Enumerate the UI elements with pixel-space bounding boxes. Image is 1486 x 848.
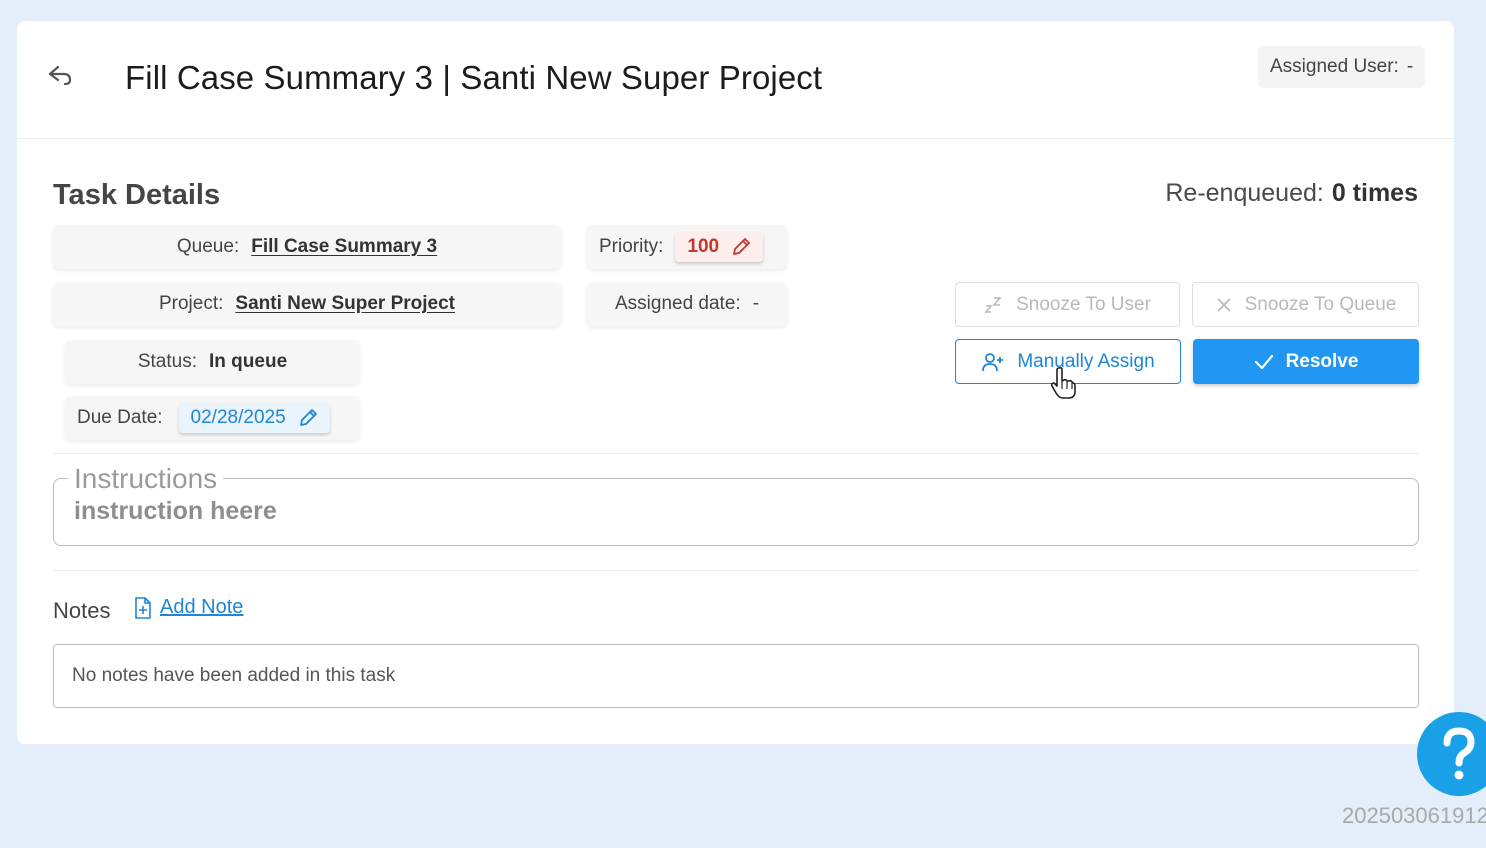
due-date-value: 02/28/2025 <box>190 407 286 428</box>
project-link[interactable]: Santi New Super Project <box>235 293 455 315</box>
question-icon <box>1443 727 1475 780</box>
snooze-to-queue-label: Snooze To Queue <box>1244 293 1397 315</box>
notes-list: No notes have been added in this task <box>53 644 1419 708</box>
priority-field: Priority: 100 <box>587 225 787 269</box>
task-details-title: Task Details <box>53 179 221 211</box>
project-label: Project: <box>158 293 224 314</box>
task-card: Fill Case Summary 3 | Santi New Super Pr… <box>17 21 1454 744</box>
priority-pill[interactable]: 100 <box>675 232 764 262</box>
pencil-icon[interactable] <box>298 408 318 428</box>
close-icon <box>1216 297 1231 312</box>
check-icon <box>1254 354 1273 369</box>
reenqueued-value: 0 times <box>1331 179 1418 207</box>
manually-assign-label: Manually Assign <box>1017 350 1155 372</box>
snooze-to-user-button[interactable]: Snooze To User <box>955 282 1180 327</box>
priority-value: 100 <box>687 236 720 257</box>
due-date-pill[interactable]: 02/28/2025 <box>178 403 330 433</box>
snooze-icon <box>984 296 1002 313</box>
hand-cursor-icon <box>1050 366 1076 399</box>
resolve-label: Resolve <box>1285 350 1359 372</box>
section-divider <box>53 570 1419 571</box>
instructions-box: Instructions instruction heere <box>53 463 1419 546</box>
due-date-label: Due Date: <box>77 407 163 428</box>
queue-label: Queue: <box>176 236 240 257</box>
queue-link[interactable]: Fill Case Summary 3 <box>251 236 437 258</box>
notes-empty-text: No notes have been added in this task <box>72 665 396 686</box>
add-note-link[interactable]: Add Note <box>134 596 243 619</box>
help-button[interactable] <box>1417 712 1486 796</box>
snooze-to-user-label: Snooze To User <box>1016 293 1151 315</box>
status-label: Status: <box>137 351 198 372</box>
page-title: Fill Case Summary 3 | Santi New Super Pr… <box>125 59 823 96</box>
reenqueued-count: Re-enqueued: 0 times <box>1165 179 1418 208</box>
assigned-user-value: - <box>1406 56 1414 77</box>
instructions-legend: Instructions <box>68 463 224 495</box>
reenqueued-label: Re-enqueued: <box>1165 179 1324 207</box>
due-date-field: Due Date: 02/28/2025 <box>65 396 360 440</box>
instructions-text: instruction heere <box>74 497 277 525</box>
snooze-to-queue-button[interactable]: Snooze To Queue <box>1192 282 1419 327</box>
notes-label: Notes <box>53 598 111 623</box>
assigned-user-badge: Assigned User: - <box>1258 46 1426 88</box>
add-note-icon <box>135 596 151 619</box>
project-field: Project: Santi New Super Project <box>53 282 561 326</box>
assigned-date-value: - <box>752 293 760 314</box>
status-field: Status: In queue <box>65 340 360 384</box>
add-note-label: Add Note <box>160 596 244 618</box>
section-divider <box>53 453 1419 454</box>
assigned-date-label: Assigned date: <box>614 293 741 314</box>
pencil-icon[interactable] <box>731 237 751 257</box>
build-id: 202503061912 <box>1342 803 1486 828</box>
add-user-icon <box>982 352 1004 371</box>
assigned-date-field: Assigned date: - <box>587 282 787 326</box>
status-value: In queue <box>209 351 288 372</box>
priority-label: Priority: <box>599 236 664 257</box>
back-arrow-icon[interactable] <box>45 61 75 91</box>
queue-field: Queue: Fill Case Summary 3 <box>53 225 561 269</box>
assigned-user-label: Assigned User: <box>1270 56 1399 77</box>
resolve-button[interactable]: Resolve <box>1193 339 1419 384</box>
task-header: Fill Case Summary 3 | Santi New Super Pr… <box>17 21 1454 139</box>
